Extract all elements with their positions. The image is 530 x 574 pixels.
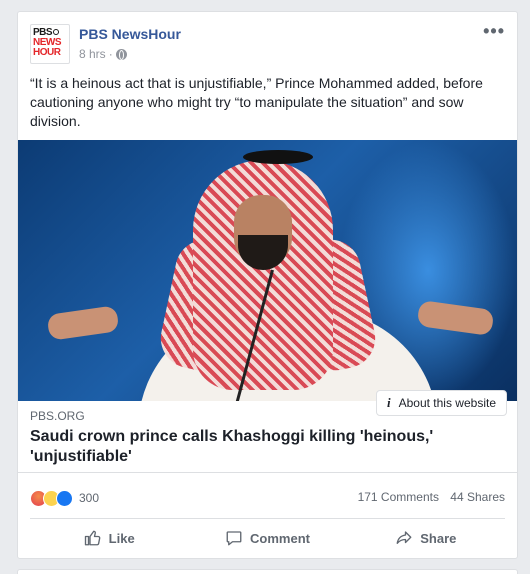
post-header: PBS NEWS HOUR PBS NewsHour 8 hrs · ••• — [30, 22, 505, 64]
avatar-logo-text: HOUR — [33, 47, 61, 58]
globe-icon[interactable] — [115, 48, 127, 60]
share-button[interactable]: Share — [347, 524, 505, 552]
post-meta: 8 hrs · — [79, 47, 127, 61]
post-text: “It is a heinous act that is unjustifiab… — [30, 75, 483, 129]
post-timestamp[interactable]: 8 hrs — [79, 47, 106, 61]
reaction-count: 300 — [79, 491, 100, 505]
more-options-button[interactable]: ••• — [483, 22, 505, 40]
post-actions: Like Comment Share — [30, 524, 505, 552]
feed-post: PBS NEWS HOUR PBS NewsHour 8 hrs · ••• “… — [17, 11, 518, 559]
comment-button[interactable]: Comment — [188, 524, 346, 552]
engagement-counts: 171 Comments 44 Shares — [358, 490, 505, 504]
shares-count-link[interactable]: 44 Shares — [450, 490, 505, 504]
about-website-label: About this website — [398, 396, 496, 410]
reactions-summary[interactable]: 300 — [30, 489, 99, 507]
link-preview-image[interactable] — [18, 140, 517, 401]
comment-icon — [226, 531, 242, 546]
thumbs-up-icon — [84, 530, 101, 546]
share-label: Share — [420, 530, 457, 546]
about-website-button[interactable]: i About this website — [375, 390, 507, 416]
link-title[interactable]: Saudi crown prince calls Khashoggi killi… — [30, 427, 500, 467]
image-figure-hand — [46, 305, 120, 341]
image-figure-agal — [243, 150, 313, 164]
like-label: Like — [108, 530, 135, 546]
like-icon — [56, 489, 73, 507]
like-button[interactable]: Like — [30, 524, 188, 552]
share-icon — [396, 531, 412, 544]
comments-count-link[interactable]: 171 Comments — [358, 490, 439, 504]
link-domain: PBS.ORG — [30, 409, 85, 423]
pbs-logo-icon — [53, 29, 60, 35]
meta-separator: · — [108, 47, 113, 61]
divider — [18, 472, 517, 473]
divider — [30, 518, 505, 519]
next-feed-post — [17, 569, 518, 574]
page-name-link[interactable]: PBS NewsHour — [79, 26, 181, 42]
info-icon: i — [386, 395, 391, 410]
comment-label: Comment — [250, 530, 310, 546]
page-avatar[interactable]: PBS NEWS HOUR — [30, 24, 70, 64]
